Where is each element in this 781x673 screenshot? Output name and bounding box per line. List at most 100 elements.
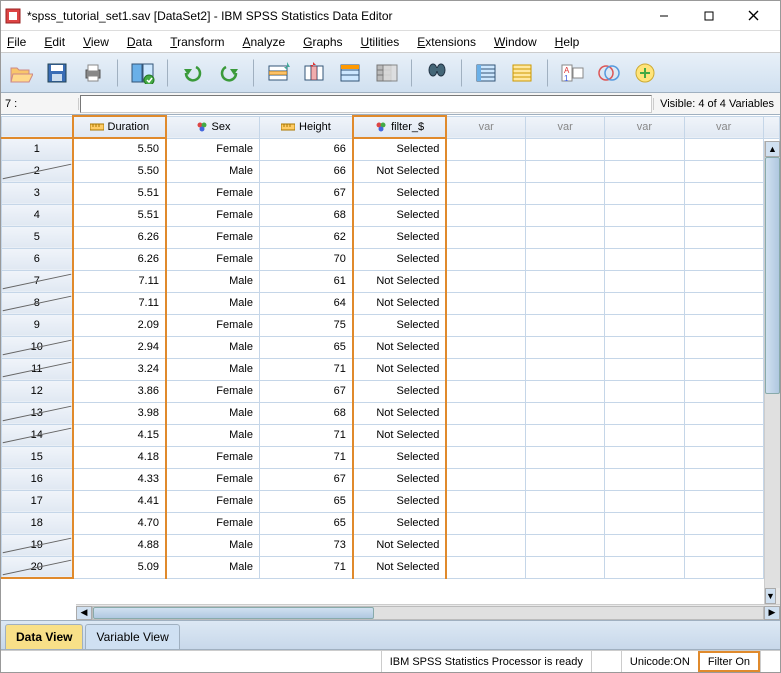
cell-empty[interactable] xyxy=(446,402,525,424)
value-labels-button[interactable]: A1 xyxy=(559,59,587,87)
cell-height[interactable]: 67 xyxy=(259,380,352,402)
cell-empty[interactable] xyxy=(684,402,763,424)
cell-height[interactable]: 65 xyxy=(259,490,352,512)
cell-duration[interactable]: 6.26 xyxy=(73,248,166,270)
insert-cases-button[interactable] xyxy=(473,59,501,87)
menu-graphs[interactable]: Graphs xyxy=(303,35,342,49)
row-header[interactable]: 7 xyxy=(2,270,73,292)
cell-duration[interactable]: 4.15 xyxy=(73,424,166,446)
cell-sex[interactable]: Male xyxy=(166,160,259,182)
scroll-right-button[interactable]: ▶ xyxy=(764,606,780,620)
menu-view[interactable]: View xyxy=(83,35,109,49)
cell-empty[interactable] xyxy=(605,138,684,160)
scroll-down-button[interactable]: ▼ xyxy=(765,588,776,604)
cell-filter[interactable]: Not Selected xyxy=(353,402,446,424)
cell-filter[interactable]: Not Selected xyxy=(353,160,446,182)
cell-height[interactable]: 71 xyxy=(259,446,352,468)
cell-sex[interactable]: Male xyxy=(166,556,259,578)
vscroll-thumb[interactable] xyxy=(765,157,780,394)
tab-data-view[interactable]: Data View xyxy=(5,624,83,649)
cell-sex[interactable]: Male xyxy=(166,336,259,358)
cell-empty[interactable] xyxy=(526,270,605,292)
cell-empty[interactable] xyxy=(526,358,605,380)
col-sex[interactable]: Sex xyxy=(166,116,259,138)
cell-empty[interactable] xyxy=(684,182,763,204)
cell-filter[interactable]: Selected xyxy=(353,490,446,512)
row-header[interactable]: 3 xyxy=(2,182,73,204)
col-var[interactable]: var xyxy=(526,116,605,138)
cell-filter[interactable]: Selected xyxy=(353,468,446,490)
corner-header[interactable] xyxy=(2,116,73,138)
cell-empty[interactable] xyxy=(605,336,684,358)
cell-empty[interactable] xyxy=(684,358,763,380)
cell-sex[interactable]: Female xyxy=(166,138,259,160)
cell-duration[interactable]: 7.11 xyxy=(73,292,166,314)
cell-height[interactable]: 61 xyxy=(259,270,352,292)
close-button[interactable] xyxy=(731,2,776,30)
cell-empty[interactable] xyxy=(605,424,684,446)
cell-filter[interactable]: Not Selected xyxy=(353,534,446,556)
cell-empty[interactable] xyxy=(446,358,525,380)
menu-extensions[interactable]: Extensions xyxy=(417,35,476,49)
run-button[interactable] xyxy=(373,59,401,87)
menu-help[interactable]: Help xyxy=(555,35,580,49)
cell-sex[interactable]: Male xyxy=(166,402,259,424)
cell-empty[interactable] xyxy=(605,314,684,336)
menu-data[interactable]: Data xyxy=(127,35,152,49)
cell-height[interactable]: 75 xyxy=(259,314,352,336)
variables-button[interactable] xyxy=(337,59,365,87)
cell-empty[interactable] xyxy=(446,512,525,534)
cell-sex[interactable]: Female xyxy=(166,226,259,248)
cell-empty[interactable] xyxy=(684,424,763,446)
cell-sex[interactable]: Female xyxy=(166,512,259,534)
col-filter[interactable]: filter_$ xyxy=(353,116,446,138)
row-header[interactable]: 5 xyxy=(2,226,73,248)
cell-height[interactable]: 64 xyxy=(259,292,352,314)
cell-height[interactable]: 70 xyxy=(259,248,352,270)
cell-empty[interactable] xyxy=(446,380,525,402)
cell-duration[interactable]: 5.50 xyxy=(73,138,166,160)
row-header[interactable]: 13 xyxy=(2,402,73,424)
cell-filter[interactable]: Selected xyxy=(353,314,446,336)
scroll-up-button[interactable]: ▲ xyxy=(765,141,780,157)
minimize-button[interactable] xyxy=(641,2,686,30)
cell-filter[interactable]: Not Selected xyxy=(353,424,446,446)
col-var[interactable]: var xyxy=(446,116,525,138)
find-button[interactable] xyxy=(423,59,451,87)
cell-filter[interactable]: Selected xyxy=(353,446,446,468)
cell-value-input[interactable] xyxy=(80,95,652,113)
cell-empty[interactable] xyxy=(526,490,605,512)
cell-duration[interactable]: 3.98 xyxy=(73,402,166,424)
cell-empty[interactable] xyxy=(446,160,525,182)
cell-empty[interactable] xyxy=(605,248,684,270)
insert-variable-button[interactable] xyxy=(509,59,537,87)
cell-empty[interactable] xyxy=(684,314,763,336)
cell-empty[interactable] xyxy=(526,468,605,490)
cell-height[interactable]: 67 xyxy=(259,468,352,490)
cell-empty[interactable] xyxy=(684,468,763,490)
cell-empty[interactable] xyxy=(446,556,525,578)
cell-filter[interactable]: Selected xyxy=(353,380,446,402)
cell-empty[interactable] xyxy=(605,556,684,578)
cell-filter[interactable]: Selected xyxy=(353,204,446,226)
cell-duration[interactable]: 5.50 xyxy=(73,160,166,182)
cell-empty[interactable] xyxy=(684,270,763,292)
cell-empty[interactable] xyxy=(446,292,525,314)
cell-duration[interactable]: 4.70 xyxy=(73,512,166,534)
cell-empty[interactable] xyxy=(605,292,684,314)
cell-empty[interactable] xyxy=(526,292,605,314)
cell-sex[interactable]: Male xyxy=(166,292,259,314)
cell-empty[interactable] xyxy=(526,380,605,402)
row-header[interactable]: 14 xyxy=(2,424,73,446)
cell-filter[interactable]: Not Selected xyxy=(353,270,446,292)
row-header[interactable]: 11 xyxy=(2,358,73,380)
undo-button[interactable] xyxy=(179,59,207,87)
cell-filter[interactable]: Not Selected xyxy=(353,336,446,358)
cell-empty[interactable] xyxy=(446,534,525,556)
row-header[interactable]: 15 xyxy=(2,446,73,468)
open-button[interactable] xyxy=(7,59,35,87)
cell-empty[interactable] xyxy=(684,490,763,512)
cell-empty[interactable] xyxy=(605,270,684,292)
cell-empty[interactable] xyxy=(684,534,763,556)
row-header[interactable]: 10 xyxy=(2,336,73,358)
